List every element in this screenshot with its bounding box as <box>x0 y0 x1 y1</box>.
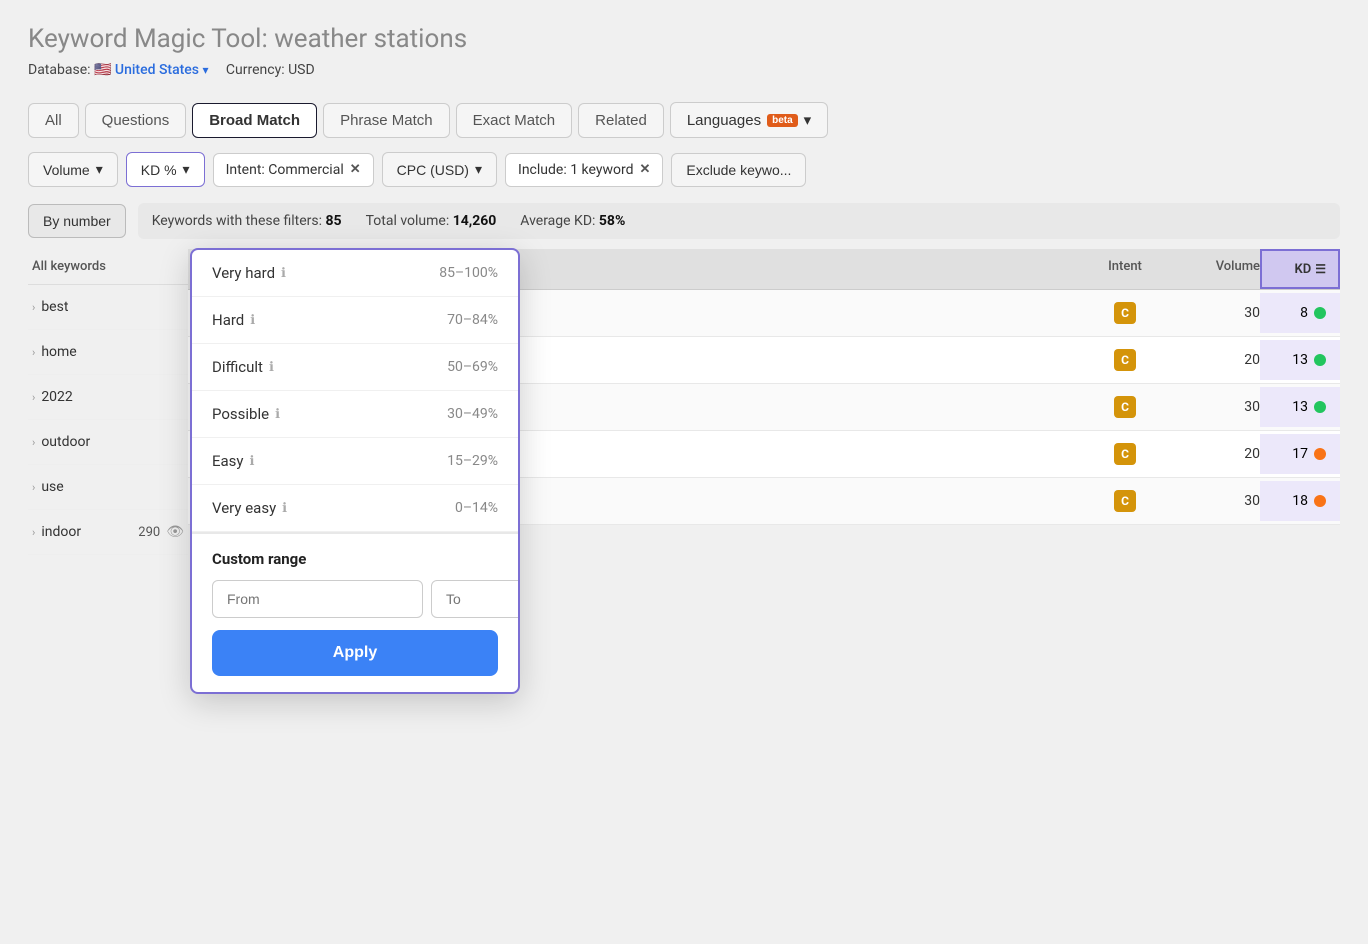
kd-option-very-hard[interactable]: Very hard ℹ 85–100% <box>192 250 518 297</box>
intent-cell: C <box>1080 443 1170 465</box>
remove-intent-filter[interactable]: ✕ <box>350 162 361 177</box>
tabs-row: All Questions Broad Match Phrase Match E… <box>28 102 1340 138</box>
database-link[interactable]: United States <box>115 62 199 78</box>
chevron-right-icon: › <box>32 391 35 404</box>
list-item[interactable]: › outdoor <box>28 420 188 465</box>
intent-cell: C <box>1080 396 1170 418</box>
volume-cell: 30 <box>1170 305 1260 321</box>
tab-phrase-match[interactable]: Phrase Match <box>323 103 450 138</box>
volume-cell: 30 <box>1170 493 1260 509</box>
list-item[interactable]: › indoor 290 👁 <box>28 510 188 555</box>
by-number-button[interactable]: By number <box>28 204 126 238</box>
info-icon[interactable]: ℹ <box>281 266 286 281</box>
chevron-down-icon: ▾ <box>183 161 190 178</box>
kd-cell: 8 <box>1260 293 1340 333</box>
volume-filter[interactable]: Volume ▾ <box>28 152 118 187</box>
kd-indicator <box>1314 354 1326 366</box>
kd-indicator <box>1314 448 1326 460</box>
chevron-right-icon: › <box>32 301 35 314</box>
beta-badge: beta <box>767 114 798 127</box>
volume-column-header: Volume <box>1170 259 1260 279</box>
tab-related[interactable]: Related <box>578 103 664 138</box>
kd-option-hard[interactable]: Hard ℹ 70–84% <box>192 297 518 344</box>
chevron-right-icon: › <box>32 526 35 539</box>
remove-include-filter[interactable]: ✕ <box>639 162 650 177</box>
kd-option-possible[interactable]: Possible ℹ 30–49% <box>192 391 518 438</box>
kd-cell: 18 <box>1260 481 1340 521</box>
tab-questions[interactable]: Questions <box>85 103 187 138</box>
exclude-filter[interactable]: Exclude keywo... <box>671 153 806 187</box>
custom-range-section: Custom range Apply <box>192 532 518 692</box>
kd-indicator <box>1314 495 1326 507</box>
include-filter-tag[interactable]: Include: 1 keyword ✕ <box>505 153 663 187</box>
to-input[interactable] <box>431 580 520 618</box>
kd-option-very-easy[interactable]: Very easy ℹ 0–14% <box>192 485 518 532</box>
kd-indicator <box>1314 307 1326 319</box>
list-item[interactable]: › use <box>28 465 188 510</box>
kd-cell: 17 <box>1260 434 1340 474</box>
list-item[interactable]: › home <box>28 330 188 375</box>
kd-indicator <box>1314 401 1326 413</box>
info-icon[interactable]: ℹ <box>250 454 255 469</box>
volume-cell: 20 <box>1170 446 1260 462</box>
tab-exact-match[interactable]: Exact Match <box>456 103 573 138</box>
stats-row: Keywords with these filters: 85 Total vo… <box>138 203 1340 239</box>
eye-icon[interactable]: 👁 <box>166 524 184 540</box>
intent-cell: C <box>1080 349 1170 371</box>
chevron-down-icon: ▾ <box>96 161 103 178</box>
intent-cell: C <box>1080 302 1170 324</box>
volume-cell: 30 <box>1170 399 1260 415</box>
chevron-down-icon: ▾ <box>475 161 482 178</box>
list-item[interactable]: › best <box>28 285 188 330</box>
chevron-right-icon: › <box>32 346 35 359</box>
chevron-right-icon: › <box>32 481 35 494</box>
info-icon[interactable]: ℹ <box>282 501 287 516</box>
list-item[interactable]: › 2022 <box>28 375 188 420</box>
intent-cell: C <box>1080 490 1170 512</box>
cpc-filter[interactable]: CPC (USD) ▾ <box>382 152 497 187</box>
tab-all[interactable]: All <box>28 103 79 138</box>
volume-cell: 20 <box>1170 352 1260 368</box>
filter-row: Volume ▾ KD % ▾ Intent: Commercial ✕ CPC… <box>28 152 1340 187</box>
subtitle: Database: 🇺🇸 United States ▾ Currency: U… <box>28 62 1340 78</box>
kd-dropdown: Very hard ℹ 85–100% Hard ℹ 70–84% Diffic… <box>190 248 520 694</box>
intent-filter-tag[interactable]: Intent: Commercial ✕ <box>213 153 374 187</box>
all-keywords-header: All keywords <box>28 249 188 285</box>
custom-range-title: Custom range <box>212 550 498 568</box>
kd-filter[interactable]: KD % ▾ <box>126 152 205 187</box>
kd-column-header[interactable]: KD ☰ <box>1260 249 1340 289</box>
sort-icon: ☰ <box>1315 262 1326 276</box>
kd-cell: 13 <box>1260 340 1340 380</box>
page-title: Keyword Magic Tool: weather stations <box>28 24 1340 54</box>
kd-option-easy[interactable]: Easy ℹ 15–29% <box>192 438 518 485</box>
info-icon[interactable]: ℹ <box>275 407 280 422</box>
kd-option-difficult[interactable]: Difficult ℹ 50–69% <box>192 344 518 391</box>
info-icon[interactable]: ℹ <box>269 360 274 375</box>
apply-button[interactable]: Apply <box>212 630 498 676</box>
custom-inputs <box>212 580 498 618</box>
chevron-right-icon: › <box>32 436 35 449</box>
tab-broad-match[interactable]: Broad Match <box>192 103 317 138</box>
kd-cell: 13 <box>1260 387 1340 427</box>
from-input[interactable] <box>212 580 423 618</box>
intent-column-header: Intent <box>1080 259 1170 279</box>
tab-languages[interactable]: Languages beta ▾ <box>670 102 828 138</box>
chevron-down-icon: ▾ <box>804 111 812 129</box>
sidebar-keywords: All keywords › best › home › 2022 › outd… <box>28 249 188 555</box>
languages-label: Languages <box>687 112 761 129</box>
info-icon[interactable]: ℹ <box>250 313 255 328</box>
